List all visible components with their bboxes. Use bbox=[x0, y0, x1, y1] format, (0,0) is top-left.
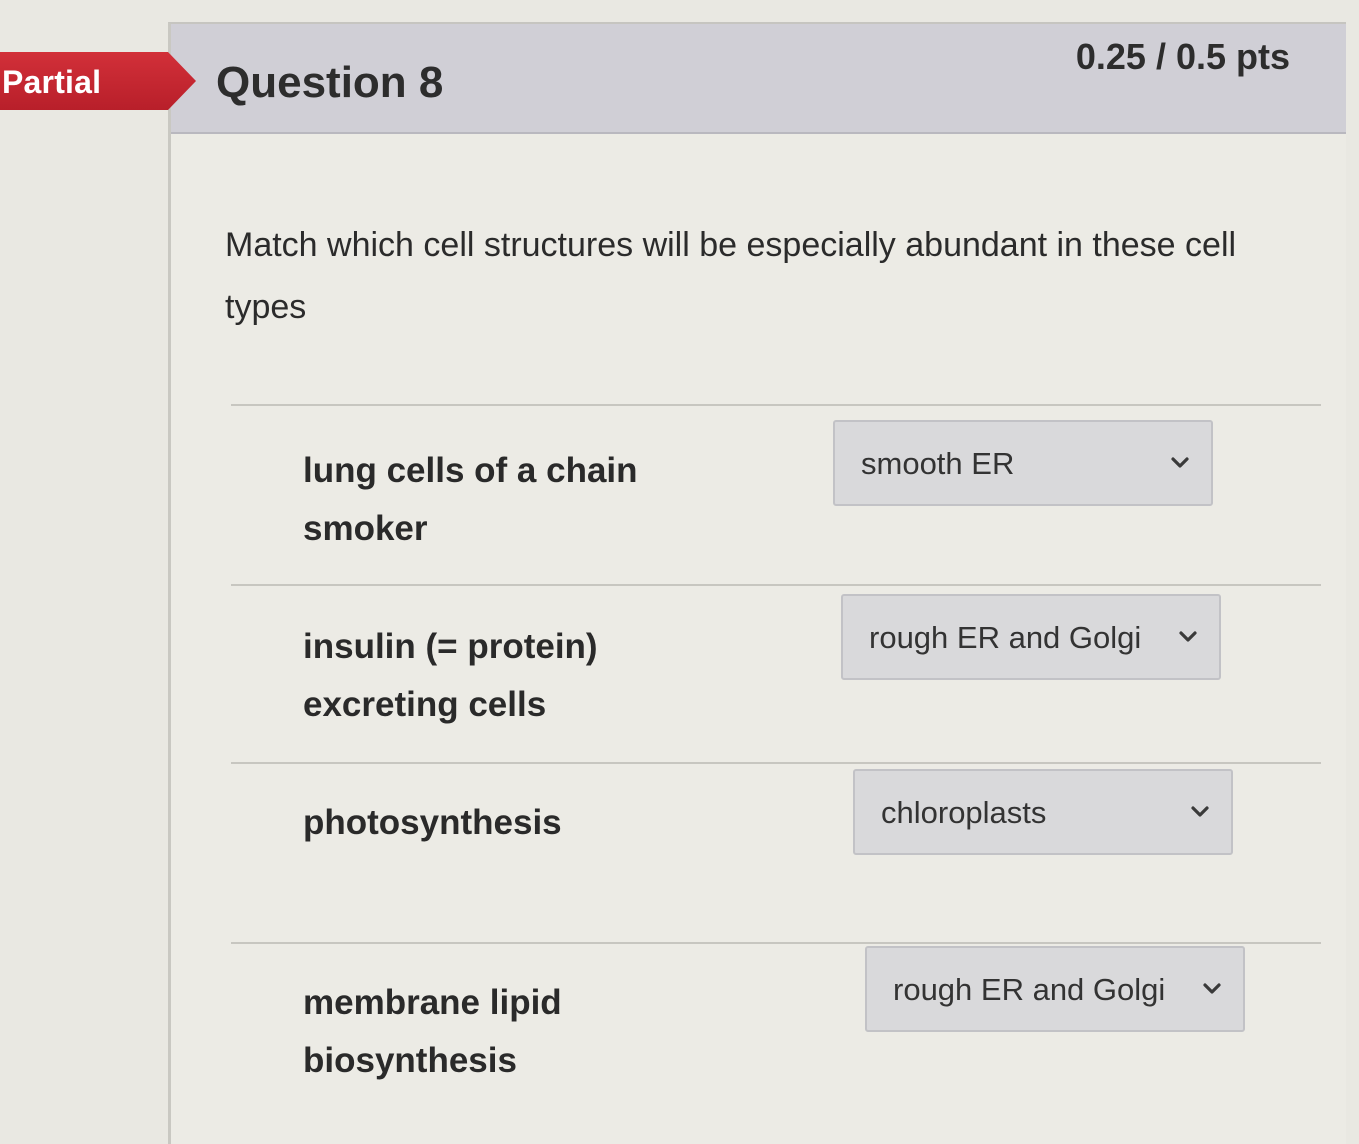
match-select-value: rough ER and Golgi bbox=[893, 972, 1166, 1007]
chevron-down-icon bbox=[1191, 806, 1209, 817]
question-header: Question 8 0.25 / 0.5 pts bbox=[171, 24, 1346, 134]
chevron-down-icon bbox=[1203, 983, 1221, 994]
row-divider bbox=[231, 404, 1321, 406]
partial-badge-label: Partial bbox=[2, 64, 102, 100]
match-label-2: insulin (= protein) excreting cells bbox=[303, 627, 598, 724]
chevron-down-icon bbox=[1171, 457, 1189, 468]
question-title: Question 8 bbox=[216, 58, 444, 107]
question-prompt: Match which cell structures will be espe… bbox=[225, 226, 1237, 326]
quiz-page: Question 8 0.25 / 0.5 pts Match which ce… bbox=[0, 0, 1359, 1144]
row-divider bbox=[231, 942, 1321, 944]
match-label-3: photosynthesis bbox=[303, 803, 562, 842]
match-select-1[interactable]: smooth ER bbox=[833, 420, 1213, 506]
match-select-value: chloroplasts bbox=[881, 795, 1047, 830]
match-select-value: rough ER and Golgi bbox=[869, 620, 1142, 655]
match-select-2[interactable]: rough ER and Golgi bbox=[841, 594, 1221, 680]
match-select-3[interactable]: chloroplasts bbox=[853, 769, 1233, 855]
row-divider bbox=[231, 762, 1321, 764]
match-select-value: smooth ER bbox=[861, 446, 1015, 481]
question-points: 0.25 / 0.5 pts bbox=[1075, 36, 1290, 77]
question-card: Question 8 0.25 / 0.5 pts Match which ce… bbox=[168, 22, 1346, 1144]
chevron-down-icon bbox=[1179, 631, 1197, 642]
match-select-4[interactable]: rough ER and Golgi bbox=[865, 946, 1245, 1032]
partial-badge: Partial bbox=[0, 52, 196, 110]
match-label-1: lung cells of a chain smoker bbox=[303, 451, 638, 548]
row-divider bbox=[231, 584, 1321, 586]
match-label-4: membrane lipid biosynthesis bbox=[303, 983, 562, 1080]
